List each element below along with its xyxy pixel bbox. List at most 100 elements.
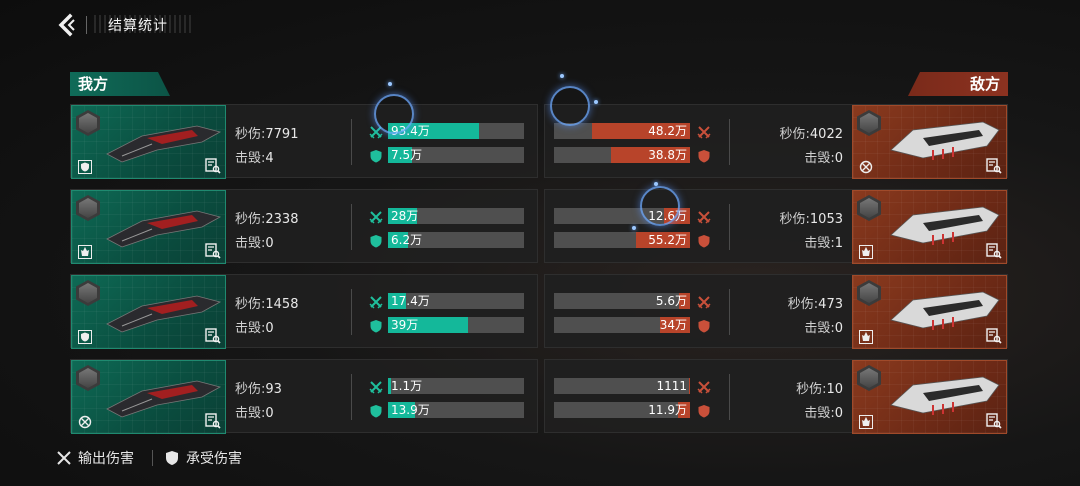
kills-label: 击毁:: [235, 151, 266, 166]
shield-icon: [697, 318, 711, 333]
enemy-damage-taken-bar: 38.8万: [554, 147, 690, 163]
ally-ship-card[interactable]: [71, 105, 226, 179]
detail-icon[interactable]: [986, 158, 1002, 174]
dps-label: 秒伤:: [779, 212, 810, 227]
enemy-kills-0: 击毁:0: [804, 147, 843, 166]
shield-icon: [697, 148, 711, 163]
damage-dealt-value: 12.6万: [648, 209, 687, 223]
shield-icon: [78, 329, 92, 344]
dps-value: 93: [265, 382, 282, 397]
damage-taken-value: 38.8万: [648, 148, 687, 162]
kills-label: 击毁:: [235, 406, 266, 421]
detail-icon[interactable]: [986, 413, 1002, 429]
ally-kills-1: 击毁:0: [235, 232, 274, 251]
enemy-damage-dealt-bar: 48.2万: [554, 123, 690, 139]
ship-image: [883, 116, 1003, 166]
back-button[interactable]: [54, 12, 80, 38]
legend-divider: [152, 450, 153, 466]
detail-icon[interactable]: [205, 243, 221, 259]
kills-value: 1: [834, 236, 843, 251]
ally-damage-taken-bar: 7.5万: [388, 147, 524, 163]
detail-icon[interactable]: [205, 413, 221, 429]
damage-dealt-value: 1111: [656, 379, 687, 393]
crossed-swords-icon: [369, 124, 383, 139]
crossed-swords-icon: [57, 451, 71, 465]
column-divider: [729, 289, 730, 335]
enemy-damage-taken-bar: 34万: [554, 317, 690, 333]
ally-ship-card[interactable]: [71, 360, 226, 434]
title-divider: [86, 16, 87, 34]
detail-icon[interactable]: [205, 328, 221, 344]
dps-value: 7791: [265, 127, 299, 142]
damage-taken-value: 11.9万: [648, 403, 687, 417]
shield-icon: [369, 148, 383, 163]
crossed-swords-icon: [697, 124, 711, 139]
ship-image: [883, 371, 1003, 421]
legend-taken: 承受伤害: [164, 448, 242, 468]
damage-dealt-value: 1.1万: [391, 379, 423, 393]
ally-damage-dealt-bar: 93.4万: [388, 123, 524, 139]
ally-panel: 秒伤:7791 击毁:4 93.4万 7.5万: [70, 104, 538, 179]
stats-row: 秒伤:2338 击毁:0 28万 6.2万 12.6万 55.2万 秒伤:105…: [0, 189, 1080, 264]
kills-label: 击毁:: [804, 321, 835, 336]
enemy-ship-card[interactable]: [852, 360, 1007, 434]
detail-icon[interactable]: [986, 243, 1002, 259]
ally-dps-0: 秒伤:7791: [235, 123, 298, 142]
enemy-kills-3: 击毁:0: [804, 402, 843, 421]
damage-taken-value: 34万: [659, 318, 687, 332]
kills-label: 击毁:: [804, 151, 835, 166]
ally-panel: 秒伤:93 击毁:0 1.1万 13.9万: [70, 359, 538, 434]
damage-dealt-value: 28万: [391, 209, 419, 223]
column-divider: [351, 204, 352, 250]
ship-image: [102, 116, 222, 166]
ally-damage-dealt-bar: 1.1万: [388, 378, 524, 394]
shield-icon: [369, 318, 383, 333]
dps-value: 4022: [809, 127, 843, 142]
ally-kills-3: 击毁:0: [235, 402, 274, 421]
ally-ship-card[interactable]: [71, 190, 226, 264]
ally-dps-1: 秒伤:2338: [235, 208, 298, 227]
back-arrow-icon: [58, 13, 75, 37]
damage-taken-value: 39万: [391, 318, 419, 332]
ally-damage-taken-bar: 39万: [388, 317, 524, 333]
enemy-kills-2: 击毁:0: [804, 317, 843, 336]
kills-label: 击毁:: [804, 236, 835, 251]
stats-row: 秒伤:7791 击毁:4 93.4万 7.5万 48.2万 38.8万 秒伤:4…: [0, 104, 1080, 179]
dps-value: 1458: [265, 297, 299, 312]
crossed-swords-icon: [697, 294, 711, 309]
dps-label: 秒伤:: [235, 127, 266, 142]
enemy-panel: 48.2万 38.8万 秒伤:4022 击毁:0: [544, 104, 1008, 179]
ally-kills-0: 击毁:4: [235, 147, 274, 166]
kills-label: 击毁:: [235, 321, 266, 336]
shield-icon: [369, 403, 383, 418]
enemy-dps-0: 秒伤:4022: [780, 123, 843, 142]
detail-icon[interactable]: [205, 158, 221, 174]
column-divider: [351, 374, 352, 420]
ally-side-label: 我方: [70, 72, 170, 96]
detail-icon[interactable]: [986, 328, 1002, 344]
kills-value: 0: [265, 406, 274, 421]
ship-image: [102, 286, 222, 336]
crossed-swords-icon: [697, 379, 711, 394]
enemy-damage-dealt-bar: 5.6万: [554, 293, 690, 309]
spark: [594, 100, 598, 104]
damage-taken-value: 13.9万: [391, 403, 430, 417]
enemy-ship-card[interactable]: [852, 275, 1007, 349]
dps-value: 1053: [809, 212, 843, 227]
enemy-dps-2: 秒伤:473: [788, 293, 843, 312]
shield-icon: [78, 159, 92, 174]
ally-ship-card[interactable]: [71, 275, 226, 349]
legend-taken-label: 承受伤害: [186, 451, 242, 467]
dps-label: 秒伤:: [235, 212, 266, 227]
ally-damage-taken-bar: 13.9万: [388, 402, 524, 418]
ship-image: [883, 201, 1003, 251]
enemy-ship-card[interactable]: [852, 105, 1007, 179]
top-bar: 结算统计: [0, 0, 1080, 50]
kills-value: 0: [265, 321, 274, 336]
enemy-damage-dealt-bar: 12.6万: [554, 208, 690, 224]
crossed-swords-icon: [697, 209, 711, 224]
dps-label: 秒伤:: [796, 382, 827, 397]
enemy-ship-card[interactable]: [852, 190, 1007, 264]
damage-dealt-value: 5.6万: [655, 294, 687, 308]
kills-value: 0: [265, 236, 274, 251]
